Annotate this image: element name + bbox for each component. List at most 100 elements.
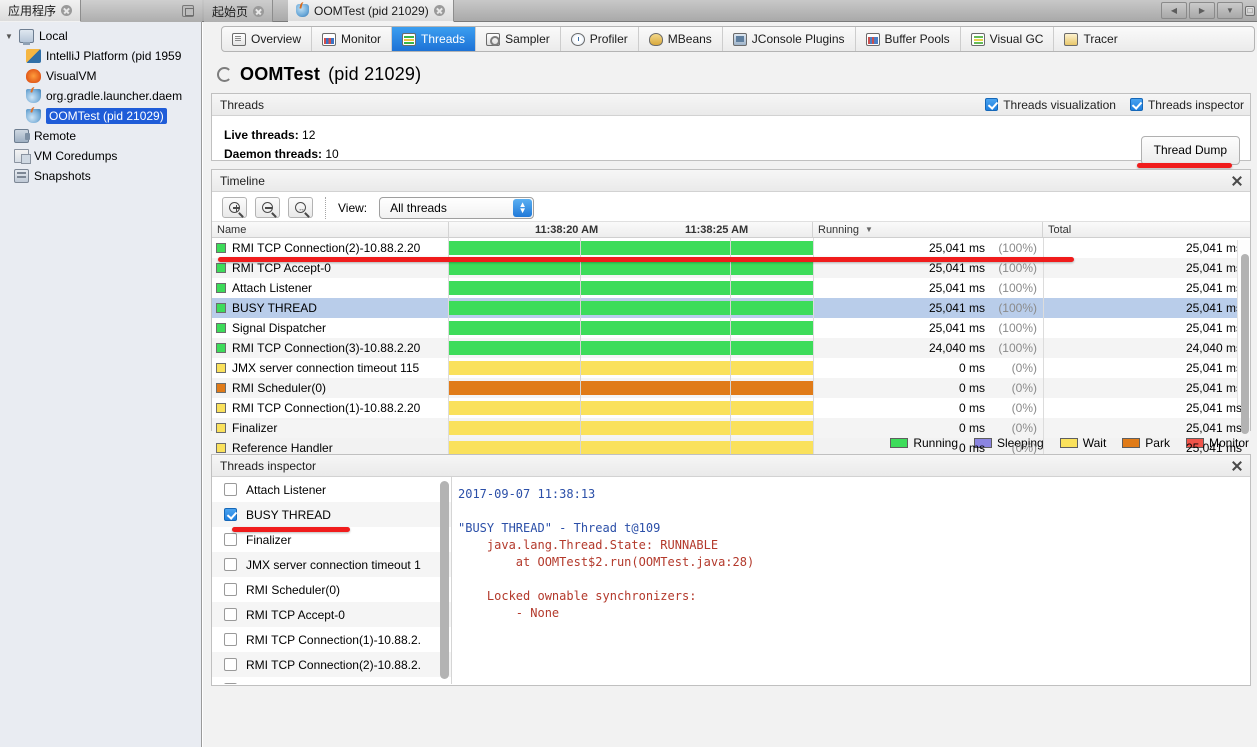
sidebar-item-visualvm[interactable]: VisualVM <box>0 66 201 86</box>
list-item[interactable]: RMI TCP Accept-0 <box>212 602 451 627</box>
list-item-label: Finalizer <box>246 532 292 547</box>
tab-threads[interactable]: Threads <box>392 27 477 51</box>
zoom-fit-button[interactable]: ↔ <box>288 197 313 218</box>
sidebar-item-vm-coredumps[interactable]: VM Coredumps <box>0 146 201 166</box>
sidebar-item-label: IntelliJ Platform (pid 1959 <box>46 49 182 63</box>
checkbox-icon[interactable] <box>224 683 237 684</box>
nav-forward-icon[interactable]: ▶ <box>1189 2 1215 19</box>
running-cell: 25,041 ms (100%) <box>813 238 1043 258</box>
detail-thread-header: "BUSY THREAD" - Thread t@109 <box>458 521 661 535</box>
view-select[interactable]: All threads ▲ ▼ <box>379 196 535 219</box>
table-row[interactable]: RMI Scheduler(0) 0 ms (0%) 25,041 ms <box>212 378 1250 398</box>
gridline <box>580 238 581 258</box>
tab-buffer-pools[interactable]: Buffer Pools <box>856 27 961 51</box>
sidebar-item-oomtest[interactable]: OOMTest (pid 21029) <box>0 106 201 126</box>
thread-name-label: Reference Handler <box>232 441 333 454</box>
table-row[interactable]: BUSY THREAD 25,041 ms (100%) 25,041 ms <box>212 298 1250 318</box>
applications-tree[interactable]: ▼ Local IntelliJ Platform (pid 1959 Visu… <box>0 22 202 747</box>
sidebar-item-snapshots[interactable]: Snapshots <box>0 166 201 186</box>
tab-monitor[interactable]: Monitor <box>312 27 393 51</box>
minimize-icon[interactable] <box>182 5 194 17</box>
zoom-out-icon <box>262 202 273 213</box>
list-item[interactable]: Attach Listener <box>212 477 451 502</box>
list-item[interactable]: RMI TCP Connection(2)-10.88.2. <box>212 652 451 677</box>
table-row[interactable]: RMI TCP Connection(3)-10.88.2.20 24,040 m… <box>212 338 1250 358</box>
tab-sampler[interactable]: Sampler <box>476 27 561 51</box>
scrollbar-thumb[interactable] <box>1241 254 1249 434</box>
list-item[interactable]: JMX server connection timeout 1 <box>212 552 451 577</box>
list-item[interactable]: BUSY THREAD <box>212 502 451 527</box>
view-tabbar[interactable]: Overview Monitor Threads Sampler Profile… <box>221 26 1255 52</box>
thread-name-label: RMI TCP Connection(2)-10.88.2.20 <box>232 241 421 255</box>
tab-jconsole-plugins[interactable]: JConsole Plugins <box>723 27 856 51</box>
checkbox-icon[interactable] <box>224 658 237 671</box>
list-item[interactable]: RMI TCP Connection(1)-10.88.2. <box>212 627 451 652</box>
page-title-app: OOMTest <box>240 64 321 84</box>
list-item[interactable]: RMI TCP Connection(3)-10.88.2. <box>212 677 451 684</box>
running-value: 0 ms <box>958 381 985 395</box>
checkbox-icon[interactable] <box>224 533 237 546</box>
tab-oomtest[interactable]: OOMTest (pid 21029) <box>288 0 454 22</box>
scrollbar-thumb[interactable] <box>440 481 449 679</box>
checkbox-icon[interactable] <box>224 558 237 571</box>
checkbox-icon[interactable] <box>224 583 237 596</box>
total-value: 25,041 ms <box>1185 401 1242 415</box>
tab-applications[interactable]: 应用程序 <box>0 0 82 22</box>
table-row[interactable]: Finalizer 0 ms (0%) 25,041 ms <box>212 418 1250 438</box>
tab-visual-gc[interactable]: Visual GC <box>961 27 1055 51</box>
tab-start-page[interactable]: 起始页 <box>204 0 274 22</box>
sidebar-item-remote[interactable]: Remote <box>0 126 201 146</box>
thread-timeline-bar <box>449 341 813 355</box>
checkbox-icon[interactable] <box>985 98 999 111</box>
sidebar-item-label: VM Coredumps <box>34 149 118 163</box>
gridline <box>580 318 581 338</box>
close-icon[interactable] <box>433 5 445 16</box>
maximize-icon[interactable]: □ <box>1245 5 1255 16</box>
list-item-label: JMX server connection timeout 1 <box>246 557 421 572</box>
zoom-in-button[interactable] <box>222 197 247 218</box>
inspector-thread-list[interactable]: Attach Listener BUSY THREAD Finalizer JMX s… <box>212 477 452 684</box>
sidebar-item-intellij-platform[interactable]: IntelliJ Platform (pid 1959 <box>0 46 201 66</box>
column-header-running[interactable]: Running ▼ <box>813 222 1043 237</box>
sidebar-item-label: org.gradle.launcher.daem <box>46 89 183 103</box>
table-row[interactable]: Attach Listener 25,041 ms (100%) 25,041 ms <box>212 278 1250 298</box>
table-row[interactable]: RMI TCP Connection(1)-10.88.2.20 0 ms (0%)… <box>212 398 1250 418</box>
thread-name-cell: JMX server connection timeout 115 <box>212 358 449 378</box>
close-icon[interactable] <box>1230 459 1244 473</box>
thread-dump-button[interactable]: Thread Dump <box>1140 136 1240 165</box>
list-item[interactable]: RMI Scheduler(0) <box>212 577 451 602</box>
checkbox-icon[interactable] <box>1129 98 1143 111</box>
checkbox-icon[interactable] <box>224 633 237 646</box>
thread-timeline-bar-cell <box>449 338 813 358</box>
tab-mbeans[interactable]: MBeans <box>639 27 723 51</box>
close-icon[interactable] <box>253 5 265 17</box>
column-header-total[interactable]: Total <box>1043 222 1250 237</box>
nav-back-icon[interactable]: ◀ <box>1161 2 1187 19</box>
close-icon[interactable] <box>1230 174 1244 188</box>
thread-name-label: Finalizer <box>232 421 278 435</box>
zoom-out-button[interactable] <box>255 197 280 218</box>
chevron-updown-icon[interactable]: ▲ ▼ <box>513 198 533 217</box>
close-icon[interactable] <box>61 5 73 16</box>
tab-profiler[interactable]: Profiler <box>561 27 639 51</box>
checkbox-icon[interactable] <box>224 608 237 621</box>
table-row[interactable]: Signal Dispatcher 25,041 ms (100%) 25,041 m… <box>212 318 1250 338</box>
tab-tracer[interactable]: Tracer <box>1054 27 1127 51</box>
table-row[interactable]: JMX server connection timeout 115 0 ms (0%… <box>212 358 1250 378</box>
running-percent: (100%) <box>998 321 1037 335</box>
zoom-in-icon <box>229 202 240 213</box>
column-header-name[interactable]: Name <box>212 222 449 237</box>
sidebar-item-gradle-daemon[interactable]: org.gradle.launcher.daem <box>0 86 201 106</box>
running-cell: 0 ms (0%) <box>813 358 1043 378</box>
timeline-vertical-scrollbar[interactable] <box>1237 240 1250 434</box>
table-row[interactable]: RMI TCP Connection(2)-10.88.2.20 25,041 m… <box>212 238 1250 258</box>
tab-overview[interactable]: Overview <box>222 27 313 51</box>
threads-visualization-checkbox[interactable]: Threads visualization <box>985 98 1116 112</box>
sidebar-item-local[interactable]: ▼ Local <box>0 26 201 46</box>
checkbox-icon[interactable] <box>224 508 237 521</box>
threads-inspector-checkbox[interactable]: Threads inspector <box>1129 98 1244 112</box>
expand-chevron-icon[interactable]: ▼ <box>4 32 14 41</box>
table-row[interactable]: Reference Handler 0 ms (0%) 25,041 ms <box>212 438 1250 454</box>
checkbox-icon[interactable] <box>224 483 237 496</box>
tab-list-dropdown-icon[interactable]: ▼ <box>1217 2 1243 19</box>
